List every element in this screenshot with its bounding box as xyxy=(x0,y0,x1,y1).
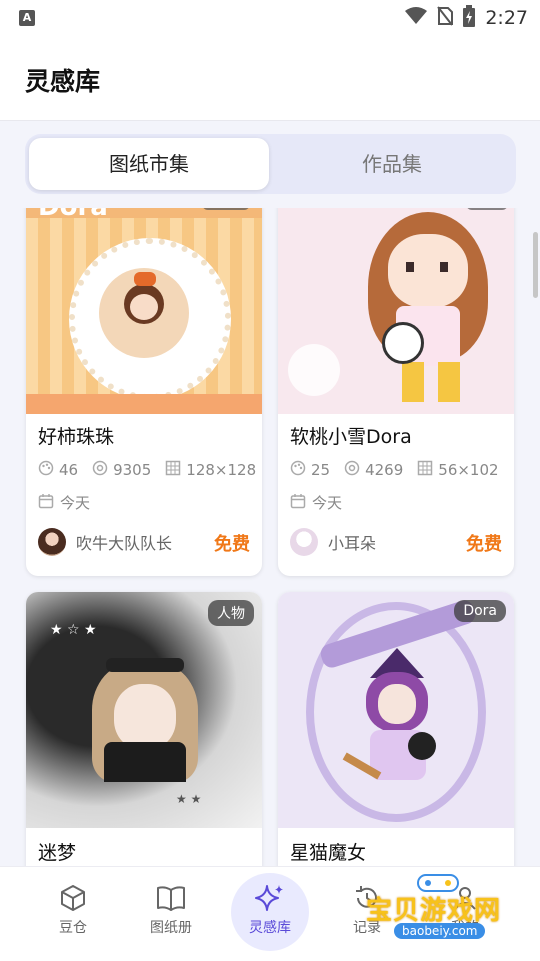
author-name: 吹牛大队队长 xyxy=(76,534,173,553)
nav-item-pattern-book[interactable]: 图纸册 xyxy=(126,883,216,937)
card-title: 软桃小雪Dora xyxy=(290,426,412,448)
accessibility-icon: A xyxy=(19,10,35,26)
canvas-size: 128×128 xyxy=(186,461,257,479)
card-stats: 46 9305 128×128 xyxy=(38,460,256,480)
views-stat: 9305 xyxy=(92,460,151,480)
grid-icon xyxy=(417,460,433,480)
calendar-icon xyxy=(38,493,54,513)
pattern-card[interactable]: ★ ☆ ★ ★ ★ 人物 迷梦 xyxy=(26,592,262,866)
pattern-card[interactable]: 软桃小雪Dora 25 4269 56×102 今天 小耳朵 免费 xyxy=(278,208,514,576)
card-date: 今天 xyxy=(290,492,342,513)
clock: 2:27 xyxy=(485,7,528,29)
page-title: 灵感库 xyxy=(25,67,101,96)
card-title: 迷梦 xyxy=(38,842,77,864)
segmented-control: 图纸市集 作品集 xyxy=(25,134,516,194)
views-count: 4269 xyxy=(365,461,404,479)
pattern-card[interactable]: Dora 好柿珠珠 46 9305 128×128 xyxy=(26,208,262,576)
card-title: 好柿珠珠 xyxy=(38,426,115,448)
watermark-url: baobeiy.com xyxy=(394,923,486,939)
avatar xyxy=(290,528,318,556)
calendar-icon xyxy=(290,493,306,513)
battery-icon xyxy=(463,5,476,31)
pattern-thumbnail xyxy=(278,208,514,414)
nav-label: 豆仓 xyxy=(59,920,87,936)
grid-icon xyxy=(165,460,181,480)
colors-count: 25 xyxy=(311,461,331,479)
views-stat: 4269 xyxy=(344,460,403,480)
tab-blueprint-market[interactable]: 图纸市集 xyxy=(29,138,269,190)
watermark: 宝贝游戏网 baobeiy.com xyxy=(358,872,518,944)
pattern-thumbnail xyxy=(278,592,514,828)
canvas-size: 56×102 xyxy=(438,461,499,479)
pattern-thumbnail: Dora xyxy=(26,208,262,414)
pattern-thumbnail: ★ ☆ ★ ★ ★ xyxy=(26,592,262,828)
card-grid: Dora 好柿珠珠 46 9305 128×128 xyxy=(0,208,540,866)
cube-icon xyxy=(28,883,118,913)
nav-item-bean-storage[interactable]: 豆仓 xyxy=(28,883,118,937)
size-stat: 56×102 xyxy=(417,460,499,480)
card-stats: 25 4269 56×102 xyxy=(290,460,499,480)
no-sim-icon xyxy=(437,6,454,30)
pattern-card[interactable]: Dora 星猫魔女 xyxy=(278,592,514,866)
size-stat: 128×128 xyxy=(165,460,256,480)
category-tag: Dora xyxy=(454,600,506,622)
nav-label: 图纸册 xyxy=(150,920,192,936)
colors-count: 46 xyxy=(59,461,79,479)
card-title: 星猫魔女 xyxy=(290,842,367,864)
watermark-text: 宝贝游戏网 xyxy=(366,896,502,926)
nav-item-inspiration[interactable]: 灵感库 xyxy=(225,883,315,937)
status-bar: A 2:27 xyxy=(0,0,540,36)
palette-icon xyxy=(38,460,54,480)
views-icon xyxy=(344,460,360,480)
nav-label: 灵感库 xyxy=(249,920,291,936)
date-text: 今天 xyxy=(312,494,343,512)
card-date: 今天 xyxy=(38,492,90,513)
date-text: 今天 xyxy=(60,494,91,512)
views-icon xyxy=(92,460,108,480)
price-badge: 免费 xyxy=(466,534,502,555)
palette-icon xyxy=(290,460,306,480)
scrollbar[interactable] xyxy=(533,232,538,298)
views-count: 9305 xyxy=(113,461,152,479)
tab-works[interactable]: 作品集 xyxy=(272,138,512,190)
colors-stat: 46 xyxy=(38,460,78,480)
card-author[interactable]: 小耳朵 xyxy=(290,528,376,556)
author-name: 小耳朵 xyxy=(328,534,377,553)
app-header: 灵感库 xyxy=(0,36,540,121)
book-icon xyxy=(126,883,216,913)
colors-stat: 25 xyxy=(290,460,330,480)
category-tag: 人物 xyxy=(208,600,254,626)
sparkle-icon xyxy=(225,883,315,913)
card-author[interactable]: 吹牛大队队长 xyxy=(38,528,172,556)
thumbnail-caption: Dora xyxy=(38,208,108,222)
price-badge: 免费 xyxy=(214,534,250,555)
wifi-icon xyxy=(405,7,428,29)
avatar xyxy=(38,528,66,556)
